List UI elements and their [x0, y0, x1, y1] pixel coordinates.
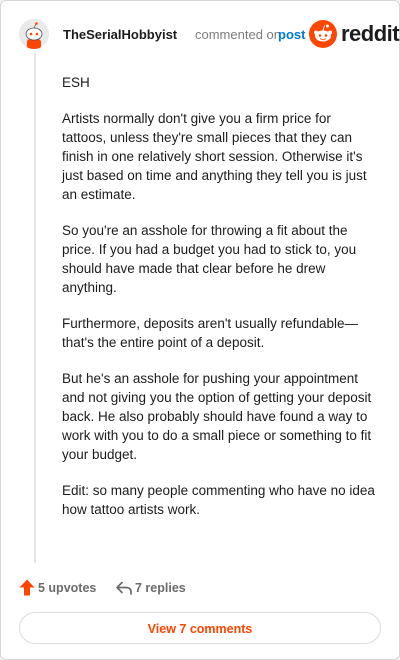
comment-action-text: commented on [195, 27, 281, 42]
comment-paragraph: Furthermore, deposits aren't usually ref… [62, 316, 358, 350]
comment-footer: 5 upvotes 7 replies [19, 579, 379, 599]
comment-paragraph: ESH [62, 75, 90, 90]
comment-card: TheSerialHobbyist commented on post redd… [0, 0, 400, 660]
upvote-count: 5 upvotes [38, 581, 97, 595]
comment-author[interactable]: TheSerialHobbyist [63, 27, 177, 42]
reddit-wordmark: reddit [341, 21, 400, 46]
avatar[interactable] [19, 19, 49, 49]
comment-paragraph: Artists normally don't give you a firm p… [62, 111, 367, 202]
upvote-arrow-icon[interactable] [19, 579, 35, 596]
comment-paragraph: So you're an asshole for throwing a fit … [62, 223, 357, 295]
reddit-logo[interactable]: reddit [309, 20, 400, 48]
reddit-alien-icon [309, 20, 337, 48]
post-link[interactable]: post [278, 27, 305, 42]
thread-line[interactable] [34, 53, 36, 563]
view-comments-button[interactable]: View 7 comments [19, 612, 381, 644]
snoo-avatar-icon [19, 19, 49, 49]
comment-header: TheSerialHobbyist commented on post redd… [19, 17, 400, 53]
comment-body: ESH Artists normally don't give you a fi… [62, 73, 378, 536]
reply-count[interactable]: 7 replies [135, 581, 186, 595]
comment-paragraph: But he's an asshole for pushing your app… [62, 371, 372, 462]
reply-arrow-icon[interactable] [115, 580, 133, 596]
comment-paragraph: Edit: so many people commenting who have… [62, 483, 375, 517]
